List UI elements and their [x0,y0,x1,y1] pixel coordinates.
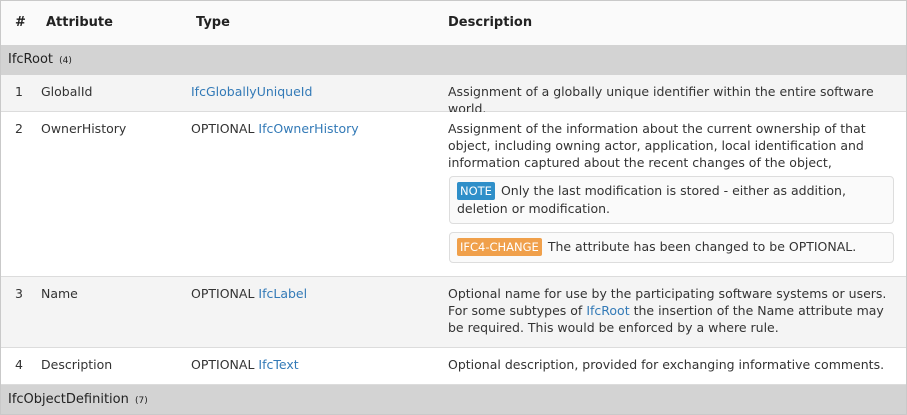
group-count: (7) [135,396,148,406]
attribute-name: GlobalId [41,84,93,99]
type-link[interactable]: IfcLabel [258,286,307,301]
column-header-description: Description [448,15,533,30]
group-row-ifcobjectdefinition[interactable]: IfcObjectDefinition (7) [1,385,906,414]
table-header: # Attribute Type Description [1,1,906,45]
attribute-description: Optional name for use by the participati… [448,285,888,336]
attribute-type: IfcGloballyUniqueId [191,83,312,100]
table-row: 3 Name OPTIONAL IfcLabel Optional name f… [1,277,906,348]
column-header-number: # [15,15,26,30]
note-badge: NOTE [457,182,495,200]
change-badge: IFC4-CHANGE [457,238,542,256]
attribute-description: Assignment of the information about the … [448,121,866,170]
change-box: IFC4-CHANGE The attribute has been change… [449,232,894,263]
row-number: 3 [15,286,23,301]
group-count: (4) [59,56,72,66]
type-link[interactable]: IfcOwnerHistory [258,121,358,136]
group-label: IfcRoot (4) [8,52,72,67]
group-row-ifcroot[interactable]: IfcRoot (4) [1,45,906,75]
column-header-type: Type [196,15,230,30]
row-number: 1 [15,84,23,99]
attribute-description: Optional description, provided for excha… [448,357,885,372]
optional-keyword: OPTIONAL [191,286,255,301]
attribute-type: OPTIONAL IfcOwnerHistory [191,120,359,137]
group-name: IfcRoot [8,52,54,67]
attribute-type: OPTIONAL IfcLabel [191,285,307,302]
table-row: 2 OwnerHistory OPTIONAL IfcOwnerHistory … [1,112,906,277]
type-link[interactable]: IfcText [258,357,298,372]
group-label: IfcObjectDefinition (7) [8,392,148,407]
column-header-attribute: Attribute [46,15,113,30]
row-number: 2 [15,121,23,136]
attribute-table: # Attribute Type Description IfcRoot (4)… [0,0,907,415]
table-row: 4 Description OPTIONAL IfcText Optional … [1,348,906,385]
type-link[interactable]: IfcGloballyUniqueId [191,84,312,99]
optional-keyword: OPTIONAL [191,121,255,136]
note-text: Only the last modification is stored - e… [457,183,846,216]
description-link[interactable]: IfcRoot [586,303,629,318]
attribute-name: OwnerHistory [41,121,127,136]
note-box: NOTE Only the last modification is stored… [449,176,894,224]
table-row: 1 GlobalId IfcGloballyUniqueId Assignmen… [1,75,906,116]
attribute-name: Name [41,286,78,301]
attribute-name: Description [41,357,113,372]
optional-keyword: OPTIONAL [191,357,255,372]
row-number: 4 [15,357,23,372]
attribute-type: OPTIONAL IfcText [191,356,299,373]
change-text: The attribute has been changed to be OPT… [547,239,857,254]
group-name: IfcObjectDefinition [8,392,129,407]
